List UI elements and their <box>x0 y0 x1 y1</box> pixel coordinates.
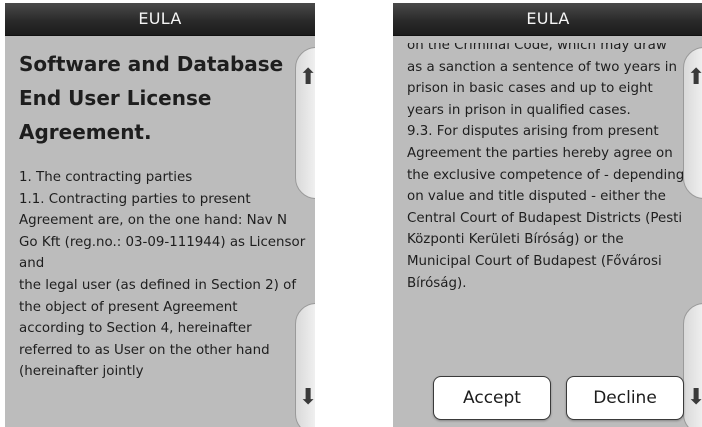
down-arrow-icon[interactable]: ⬇ <box>687 387 702 409</box>
eula-text: on the Criminal Code, which may draw as … <box>407 43 685 291</box>
eula-content[interactable]: Software and Database End User License A… <box>19 43 307 427</box>
eula-content[interactable]: on the Criminal Code, which may draw as … <box>407 43 695 427</box>
title-bar: EULA <box>393 3 702 36</box>
up-arrow-icon[interactable]: ⬆ <box>687 67 702 89</box>
eula-screen-left: EULA Software and Database End User Lice… <box>5 3 315 427</box>
decline-button[interactable]: Decline <box>566 376 684 420</box>
title-bar: EULA <box>5 3 315 36</box>
eula-screen-right: EULA on the Criminal Code, which may dra… <box>393 3 702 427</box>
down-arrow-icon[interactable]: ⬇ <box>299 387 315 409</box>
eula-text: 1. The contracting parties 1.1. Contract… <box>19 170 306 380</box>
up-arrow-icon[interactable]: ⬆ <box>299 67 315 89</box>
document-title: Software and Database End User License A… <box>19 52 284 144</box>
accept-button[interactable]: Accept <box>433 376 551 420</box>
